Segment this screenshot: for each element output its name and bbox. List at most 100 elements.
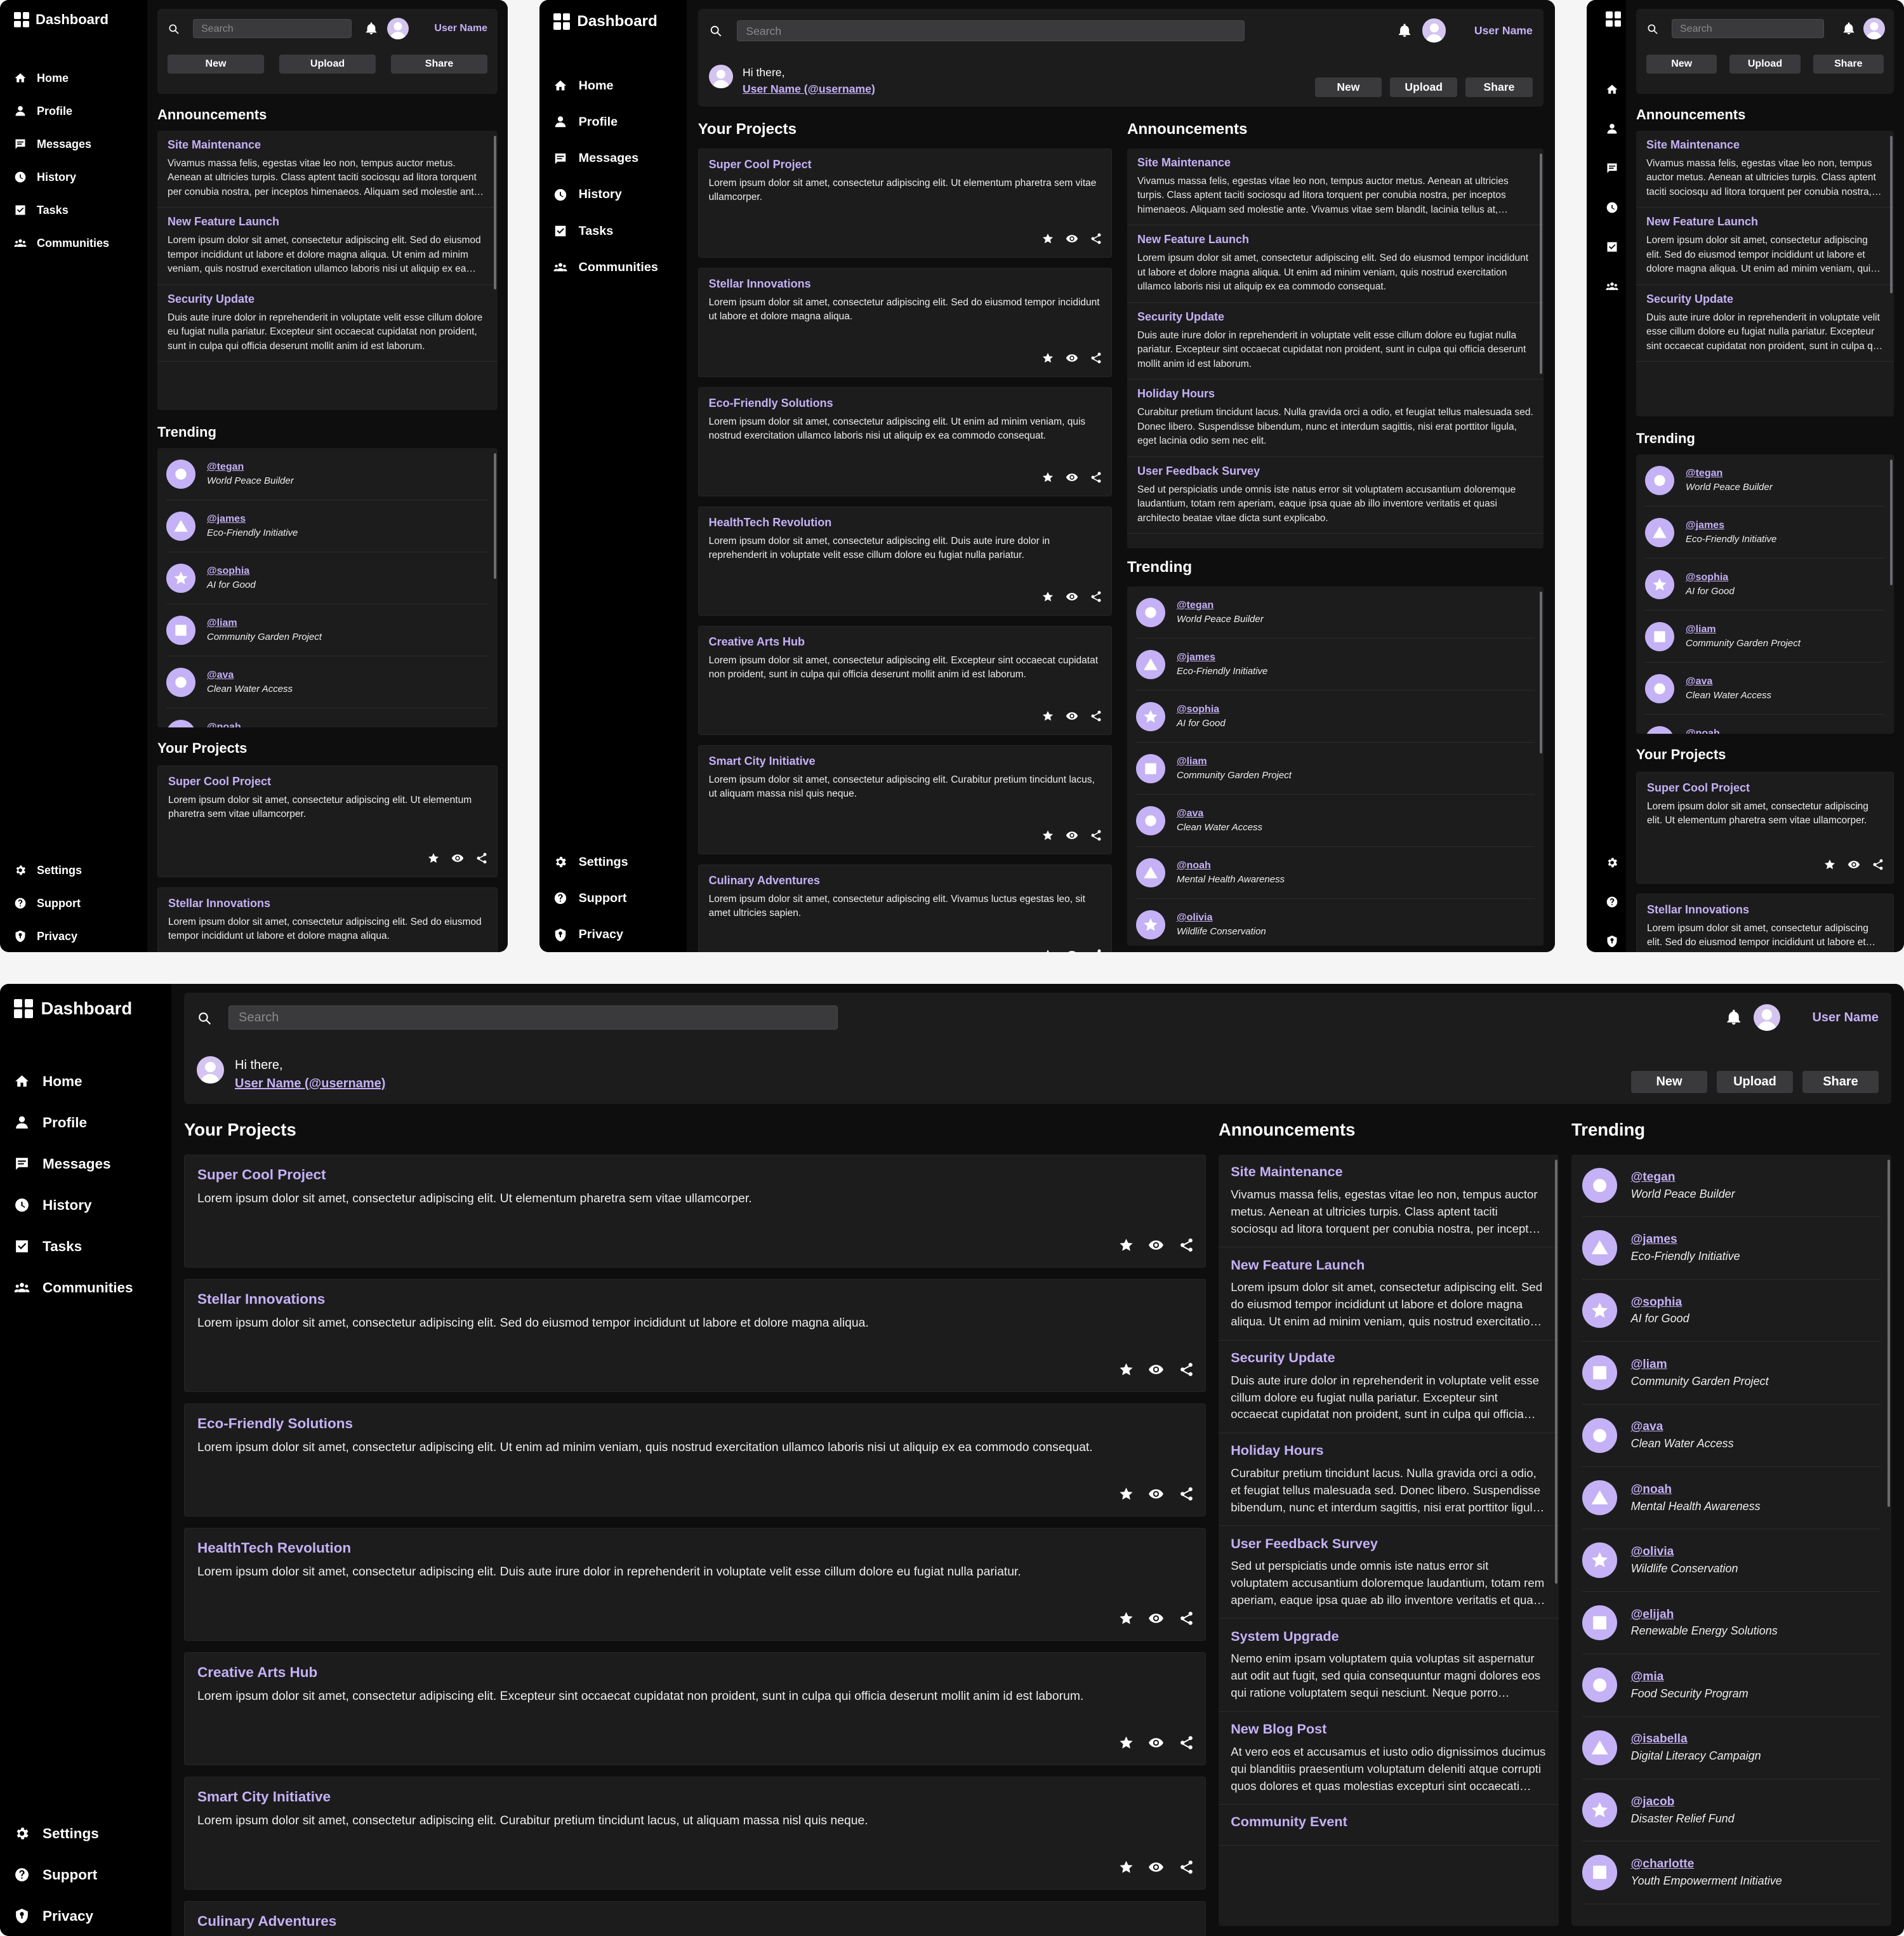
trending-item[interactable]: @sophia AI for Good	[1582, 1280, 1881, 1343]
share-icon[interactable]	[1090, 471, 1102, 484]
brand[interactable]	[1606, 11, 1621, 27]
trending-handle[interactable]: @james	[1631, 1233, 1740, 1247]
favorite-button[interactable]	[1041, 590, 1054, 606]
view-button[interactable]	[1066, 710, 1078, 726]
search-input[interactable]: Search	[228, 1005, 838, 1030]
view-button[interactable]	[1148, 1486, 1164, 1505]
trending-item[interactable]: @liam Community Garden Project	[1136, 743, 1535, 795]
trending-item[interactable]: @liam Community Garden Project	[1582, 1342, 1881, 1405]
sidebar-item-communities[interactable]	[1606, 279, 1618, 293]
share-icon[interactable]	[1090, 710, 1102, 722]
view-button[interactable]	[1066, 829, 1078, 845]
favorite-button[interactable]	[1823, 858, 1836, 874]
trending-handle[interactable]: @sophia	[1177, 704, 1226, 715]
avatar[interactable]	[387, 18, 409, 39]
eye-icon[interactable]	[1066, 948, 1078, 952]
favorite-button[interactable]	[1041, 471, 1054, 487]
eye-icon[interactable]	[451, 852, 464, 865]
sidebar-item-communities[interactable]: Communities	[14, 236, 109, 250]
sidebar-item-privacy[interactable]: Privacy	[14, 1907, 99, 1925]
announcement-item[interactable]: Security Update Duis aute irure dolor in …	[1127, 303, 1544, 380]
share-icon[interactable]	[1872, 858, 1884, 871]
view-button[interactable]	[1066, 232, 1078, 248]
trending-item[interactable]: @james Eco-Friendly Initiative	[1136, 639, 1535, 691]
share-project-button[interactable]	[1179, 1362, 1194, 1381]
announcement-item[interactable]: Community Event	[1219, 1805, 1559, 1846]
view-button[interactable]	[451, 852, 464, 868]
sidebar-item-settings[interactable]	[1606, 856, 1618, 870]
project-card[interactable]: Stellar Innovations Lorem ipsum dolor sit…	[157, 887, 498, 952]
trending-scrollbar[interactable]	[494, 453, 496, 579]
share-icon[interactable]	[1179, 1610, 1194, 1626]
trending-handle[interactable]: @jacob	[1631, 1795, 1735, 1809]
share-project-button[interactable]	[1179, 1610, 1194, 1629]
search-icon[interactable]	[168, 23, 180, 36]
bell-icon-wrap[interactable]	[1842, 22, 1856, 39]
trending-handle[interactable]: @tegan	[1177, 600, 1264, 611]
favorite-button[interactable]	[1118, 1486, 1134, 1505]
avatar[interactable]	[1863, 18, 1885, 39]
trending-item[interactable]: @charlotte Youth Empowerment Initiative	[1582, 1841, 1881, 1904]
star-icon[interactable]	[1041, 232, 1054, 245]
new-button[interactable]: New	[1314, 77, 1382, 97]
trending-item[interactable]: @olivia Wildlife Conservation	[1582, 1529, 1881, 1592]
share-project-button[interactable]	[1090, 590, 1102, 606]
trending-handle[interactable]: @sophia	[207, 566, 256, 577]
project-card[interactable]: HealthTech Revolution Lorem ipsum dolor s…	[184, 1528, 1206, 1641]
trending-handle[interactable]: @liam	[207, 618, 322, 629]
announcement-item[interactable]: Site Maintenance Vivamus massa felis, ege…	[1127, 149, 1544, 226]
trending-item[interactable]: @isabella Digital Literacy Campaign	[1582, 1717, 1881, 1779]
announcement-item[interactable]: New Feature Launch Lorem ipsum dolor sit …	[157, 208, 498, 285]
avatar[interactable]	[1753, 1004, 1780, 1031]
user-profile-link[interactable]: User Name (@username)	[235, 1075, 385, 1093]
trending-item[interactable]: @ava Clean Water Access	[1645, 663, 1885, 715]
trending-scrollbar[interactable]	[1887, 1160, 1890, 1507]
sidebar-item-privacy[interactable]: Privacy	[553, 927, 628, 942]
sidebar-item-support[interactable]	[1606, 895, 1618, 909]
view-button[interactable]	[1066, 352, 1078, 368]
trending-handle[interactable]: @ava	[1177, 808, 1262, 819]
trending-item[interactable]: @noahMental Health Awareness	[1645, 715, 1885, 734]
sidebar-item-profile[interactable]: Profile	[14, 1114, 133, 1132]
share-button[interactable]: Share	[1813, 55, 1884, 74]
announcement-item[interactable]: New Feature Launch Lorem ipsum dolor sit …	[1127, 225, 1544, 303]
search-icon-wrap[interactable]	[709, 24, 723, 41]
announcement-item[interactable]: Security Update Duis aute irure dolor in …	[157, 285, 498, 362]
star-icon[interactable]	[1823, 858, 1836, 871]
search-icon[interactable]	[709, 24, 723, 38]
sidebar-item-support[interactable]: Support	[14, 1866, 99, 1884]
trending-item[interactable]: @ava Clean Water Access	[166, 656, 489, 708]
share-project-button[interactable]	[1872, 858, 1884, 874]
trending-handle[interactable]: @olivia	[1631, 1545, 1738, 1559]
search-icon[interactable]	[1646, 23, 1659, 36]
share-project-button[interactable]	[1090, 829, 1102, 845]
trending-handle[interactable]: @noah	[1631, 1483, 1761, 1497]
sidebar-item-settings[interactable]: Settings	[553, 854, 628, 870]
project-card[interactable]: Culinary AdventuresLorem ipsum dolor sit…	[184, 1901, 1206, 1936]
trending-handle[interactable]: @isabella	[1631, 1732, 1761, 1746]
announcement-item[interactable]: User Feedback Survey Sed ut perspiciatis …	[1219, 1526, 1559, 1619]
trending-handle[interactable]: @tegan	[1631, 1170, 1735, 1184]
view-button[interactable]	[1148, 1610, 1164, 1629]
project-card[interactable]: Stellar Innovations Lorem ipsum dolor sit…	[1636, 894, 1894, 952]
share-icon[interactable]	[1090, 590, 1102, 603]
upload-button[interactable]: Upload	[279, 55, 376, 74]
sidebar-item-profile[interactable]	[1606, 122, 1618, 136]
eye-icon[interactable]	[1148, 1859, 1164, 1875]
upload-button[interactable]: Upload	[1729, 55, 1801, 74]
trending-item[interactable]: @liam Community Garden Project	[1645, 611, 1885, 663]
trending-handle[interactable]: @olivia	[1177, 912, 1266, 924]
share-project-button[interactable]	[1090, 710, 1102, 726]
sidebar-item-privacy[interactable]: Privacy	[14, 929, 82, 943]
search-icon-wrap[interactable]	[168, 23, 180, 39]
trending-scrollbar[interactable]	[1540, 592, 1543, 753]
sidebar-item-history[interactable]: History	[553, 187, 658, 202]
sidebar-item-history[interactable]: History	[14, 170, 109, 184]
trending-item[interactable]: @tegan World Peace Builder	[1582, 1155, 1881, 1217]
eye-icon[interactable]	[1148, 1610, 1164, 1626]
share-icon[interactable]	[1090, 232, 1102, 245]
trending-item[interactable]: @tegan World Peace Builder	[166, 448, 489, 500]
eye-icon[interactable]	[1848, 858, 1860, 871]
announcement-item[interactable]: System Upgrade Nemo enim ipsam voluptatem…	[1219, 1619, 1559, 1712]
trending-item[interactable]: @ava Clean Water Access	[1582, 1405, 1881, 1467]
